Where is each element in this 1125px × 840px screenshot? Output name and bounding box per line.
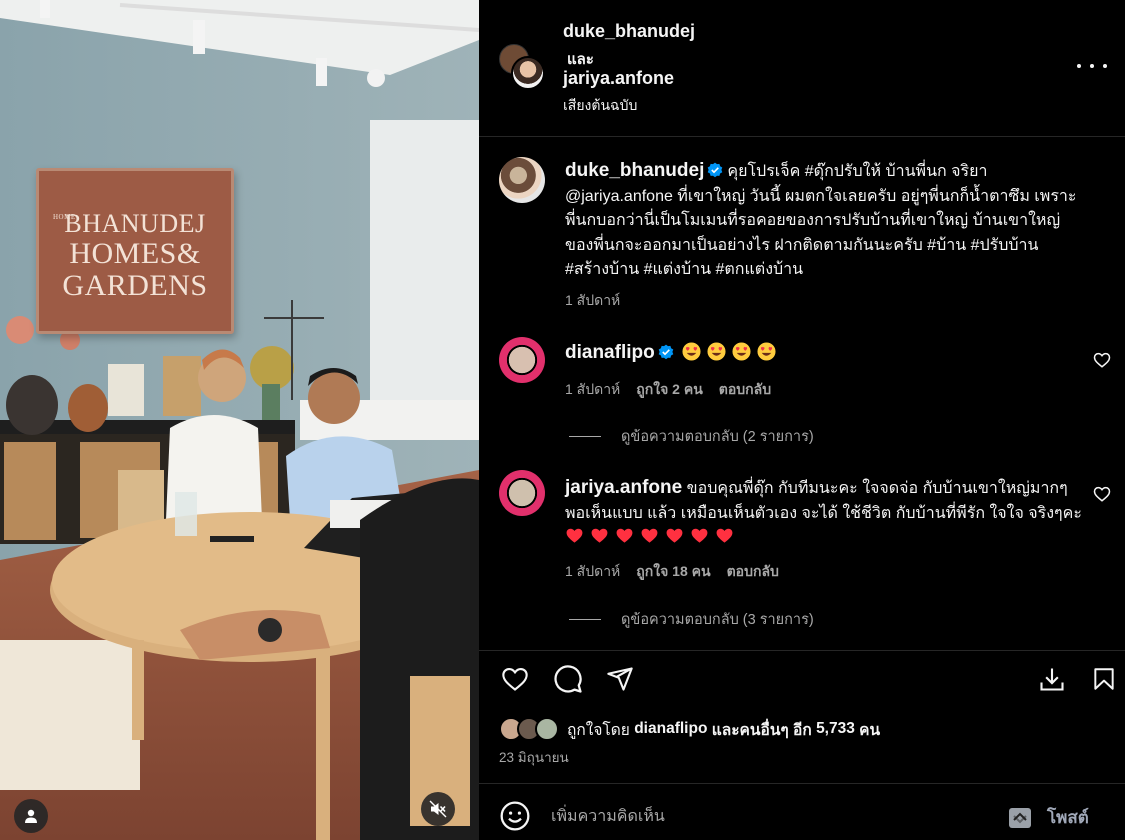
caption-username[interactable]: duke_bhanudej bbox=[565, 160, 704, 181]
heart-eyes-emojis bbox=[682, 342, 782, 362]
comment-likes[interactable]: ถูกใจ 18 คน bbox=[636, 561, 710, 583]
sign-line-3: GARDENS bbox=[62, 269, 208, 302]
download-icon bbox=[1040, 668, 1064, 691]
heart-eyes-emoji-icon bbox=[682, 342, 701, 361]
header-username-1[interactable]: duke_bhanudej bbox=[563, 21, 695, 42]
comment-likes[interactable]: ถูกใจ 2 คน bbox=[636, 379, 703, 401]
verified-badge-icon bbox=[658, 344, 674, 360]
user-icon bbox=[25, 809, 37, 823]
red-heart-emoji-icon bbox=[616, 528, 633, 543]
liker-avatars bbox=[499, 716, 567, 742]
post-date: 23 มิถุนายน bbox=[499, 750, 569, 765]
mute-icon bbox=[429, 800, 447, 818]
comment-like-icon[interactable] bbox=[1093, 485, 1111, 503]
share-icon bbox=[607, 667, 633, 691]
heart-eyes-emoji-icon bbox=[757, 342, 776, 361]
view-replies-button[interactable]: ดูข้อความตอบกลับ (3 รายการ) bbox=[569, 608, 814, 631]
comment-meta: 1 สัปดาห์ ถูกใจ 18 คน ตอบกลับ bbox=[565, 561, 779, 583]
likes-user[interactable]: dianaflipo bbox=[634, 720, 707, 738]
avatar-jariya bbox=[511, 56, 545, 90]
media-photo bbox=[0, 0, 479, 840]
comment-composer: โพสต์ bbox=[479, 783, 1125, 840]
replies-divider bbox=[569, 619, 601, 620]
download-button[interactable] bbox=[1035, 662, 1069, 696]
likes-count: 5,733 bbox=[816, 720, 855, 737]
mute-button[interactable] bbox=[421, 792, 455, 826]
verified-badge-icon bbox=[708, 162, 723, 178]
comment-button[interactable] bbox=[551, 662, 585, 696]
caption-time: 1 สัปดาห์ bbox=[565, 292, 621, 308]
post-header: duke_bhanudej และ jariya.anfone เสียงต้น… bbox=[479, 0, 1125, 137]
heart-icon bbox=[502, 668, 528, 691]
liker-avatar bbox=[535, 717, 559, 741]
heart-eyes-emoji-icon bbox=[732, 342, 751, 361]
comment-text-block: jariya.anfone ขอบคุณพี่ดุ๊ก กับทีมนะคะ ใ… bbox=[565, 476, 1085, 551]
brand-sign: HOME BHANUDEJ HOMES& GARDENS bbox=[36, 168, 234, 334]
caption-text-block: duke_bhanudej คุยโปรเจ็ค #ดุ๊กปรับให้ บ้า… bbox=[565, 159, 1085, 283]
red-heart-emoji-icon bbox=[716, 528, 733, 543]
view-replies-label: ดูข้อความตอบกลับ (3 รายการ) bbox=[621, 612, 814, 628]
comment-meta: 1 สัปดาห์ ถูกใจ 2 คน ตอบกลับ bbox=[565, 379, 771, 401]
comment-time: 1 สัปดาห์ bbox=[565, 563, 621, 579]
likes-prefix: ถูกใจโดย bbox=[567, 721, 630, 739]
comment-username[interactable]: dianaflipo bbox=[565, 342, 655, 363]
original-audio-link[interactable]: เสียงต้นฉบับ bbox=[563, 95, 637, 117]
replies-divider bbox=[569, 436, 601, 437]
view-replies-label: ดูข้อความตอบกลับ (2 รายการ) bbox=[621, 429, 814, 445]
more-horizontal-icon bbox=[1077, 64, 1107, 68]
more-options-button[interactable] bbox=[1077, 54, 1107, 78]
sign-line-2: HOMES& bbox=[69, 237, 201, 270]
comment-text-block: dianaflipo bbox=[565, 341, 1085, 367]
bookmark-icon bbox=[1094, 668, 1114, 690]
share-button[interactable] bbox=[603, 662, 637, 696]
likes-suffix: คน bbox=[859, 721, 881, 739]
red-heart-emoji-icon bbox=[566, 528, 583, 543]
post-comment-button[interactable]: โพสต์ bbox=[1047, 804, 1089, 831]
heart-eyes-emoji-icon bbox=[707, 342, 726, 361]
post-media[interactable]: HOME BHANUDEJ HOMES& GARDENS bbox=[0, 0, 479, 840]
red-heart-emoji-icon bbox=[591, 528, 608, 543]
comment-avatar-jariya[interactable] bbox=[499, 470, 545, 516]
comment-time: 1 สัปดาห์ bbox=[565, 381, 621, 397]
sticker-icon[interactable] bbox=[1007, 806, 1033, 830]
actions-divider bbox=[479, 650, 1125, 651]
caption-meta: 1 สัปดาห์ bbox=[565, 290, 620, 312]
comment-reply-button[interactable]: ตอบกลับ bbox=[719, 379, 771, 401]
likes-middle: และคนอื่นๆ อีก bbox=[711, 721, 812, 739]
sign-line-1: BHANUDEJ bbox=[64, 209, 206, 238]
tagged-users-button[interactable] bbox=[14, 799, 48, 833]
comment-username[interactable]: jariya.anfone bbox=[565, 477, 682, 498]
view-replies-button[interactable]: ดูข้อความตอบกลับ (2 รายการ) bbox=[569, 425, 814, 448]
comment-avatar-dianaflipo[interactable] bbox=[499, 337, 545, 383]
comment-input[interactable] bbox=[551, 804, 971, 830]
comment-icon bbox=[554, 665, 582, 693]
emoji-picker-icon[interactable] bbox=[499, 800, 531, 832]
likes-summary[interactable]: ถูกใจโดย dianaflipo และคนอื่นๆ อีก 5,733… bbox=[499, 716, 880, 742]
comment-like-icon[interactable] bbox=[1093, 351, 1111, 369]
comment-reply-button[interactable]: ตอบกลับ bbox=[727, 561, 779, 583]
red-heart-emoji-icon bbox=[641, 528, 658, 543]
collab-avatars[interactable] bbox=[499, 44, 545, 90]
red-heart-emoji-icon bbox=[691, 528, 708, 543]
red-heart-emoji-icon bbox=[666, 528, 683, 543]
post-actions bbox=[479, 660, 1125, 702]
post-details-panel: duke_bhanudej และ jariya.anfone เสียงต้น… bbox=[479, 0, 1125, 840]
header-username-2[interactable]: jariya.anfone bbox=[563, 68, 674, 89]
like-button[interactable] bbox=[498, 662, 532, 696]
red-heart-emojis bbox=[565, 528, 740, 546]
caption-avatar[interactable] bbox=[499, 157, 545, 203]
save-button[interactable] bbox=[1087, 662, 1121, 696]
